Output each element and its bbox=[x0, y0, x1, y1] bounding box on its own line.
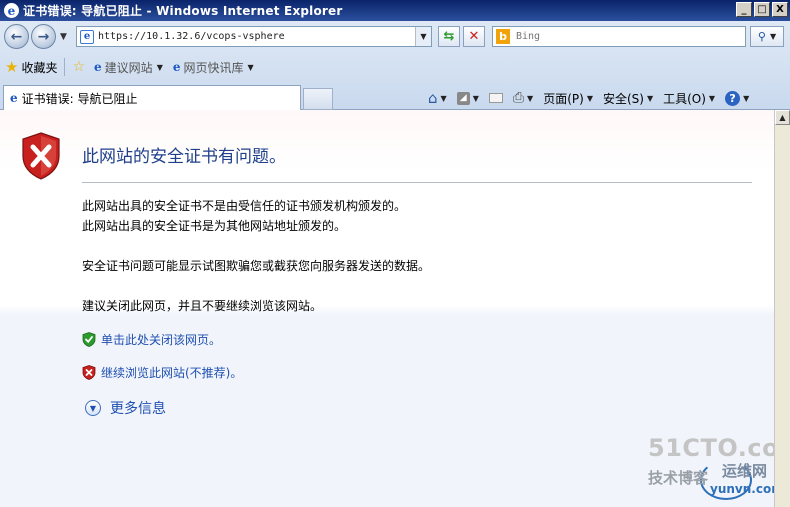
watermark-tech-blog: 技术博客 bbox=[648, 469, 709, 487]
search-icon: ⚲ bbox=[757, 30, 766, 43]
feeds-button[interactable]: ◢ ▼ bbox=[456, 91, 479, 105]
stop-icon: ✕ bbox=[468, 29, 480, 44]
home-icon: ⌂ bbox=[428, 89, 438, 107]
print-button[interactable]: ⎙ ▼ bbox=[513, 90, 533, 106]
recommendation-text: 建议关闭此网页，并且不要继续浏览该网站。 bbox=[82, 299, 323, 313]
search-box[interactable]: b bbox=[492, 26, 746, 47]
bing-icon: b bbox=[496, 29, 510, 44]
search-button[interactable]: ⚲ ▼ bbox=[750, 26, 784, 47]
suggested-sites-label: 建议网站 bbox=[104, 60, 153, 75]
more-information-toggle[interactable]: ▼ 更多信息 bbox=[85, 398, 166, 418]
maximize-button[interactable]: □ bbox=[754, 2, 770, 17]
favorites-star-icon: ★ bbox=[5, 58, 19, 76]
page-title: 此网站的安全证书有问题。 bbox=[82, 147, 286, 167]
page-menu-label: 页面(P) bbox=[543, 91, 584, 106]
address-bar[interactable]: e https://10.1.32.6/vcops-vsphere ▼ bbox=[76, 26, 432, 47]
back-button[interactable]: ← bbox=[4, 24, 29, 49]
add-favorites-button[interactable]: ☆ bbox=[72, 59, 88, 75]
continue-to-website-link[interactable]: 继续浏览此网站(不推荐)。 bbox=[101, 364, 242, 381]
favorites-bar: ★ 收藏夹 ☆ e 建议网站 ▼ e 网页快讯库 ▼ bbox=[0, 54, 790, 80]
close-page-row: 单击此处关闭该网页。 bbox=[82, 331, 221, 348]
address-dropdown-icon[interactable]: ▼ bbox=[415, 27, 431, 46]
address-input[interactable]: https://10.1.32.6/vcops-vsphere bbox=[98, 31, 415, 42]
chevron-down-icon: ▼ bbox=[586, 93, 593, 103]
web-slice-gallery-label: 网页快讯库 bbox=[183, 60, 244, 75]
continue-row: 继续浏览此网站(不推荐)。 bbox=[82, 364, 242, 381]
safety-menu[interactable]: 安全(S) ▼ bbox=[603, 90, 653, 107]
minimize-button[interactable]: _ bbox=[736, 2, 752, 17]
command-bar: ⌂ ▼ ◢ ▼ ⎙ ▼ 页面(P) ▼ 安全(S) ▼ 工具(O) ▼ ? ▼ bbox=[428, 87, 749, 109]
warning-text: 安全证书问题可能显示试图欺骗您或截获您向服务器发送的数据。 bbox=[82, 259, 431, 273]
chevron-down-icon: ▼ bbox=[708, 93, 716, 103]
close-button[interactable]: X bbox=[772, 2, 788, 17]
tab-page-icon: e bbox=[10, 91, 18, 105]
chevron-down-circle-icon: ▼ bbox=[85, 400, 101, 416]
home-button[interactable]: ⌂ ▼ bbox=[428, 89, 447, 107]
web-slice-gallery-button[interactable]: e 网页快讯库 ▼ bbox=[173, 59, 254, 76]
navigation-bar: ← → ▼ e https://10.1.32.6/vcops-vsphere … bbox=[0, 21, 790, 52]
search-options-icon: ▼ bbox=[769, 32, 777, 41]
rss-feed-icon: ◢ bbox=[456, 91, 470, 105]
tab-bar: e 证书错误: 导航已阻止 ⌂ ▼ ◢ ▼ ⎙ ▼ 页面(P) ▼ 安全(S) … bbox=[0, 84, 790, 110]
chevron-down-icon: ▼ bbox=[440, 93, 447, 103]
history-dropdown-icon[interactable]: ▼ bbox=[60, 32, 67, 42]
window-title-bar: e 证书错误: 导航已阻止 - Windows Internet Explore… bbox=[0, 0, 790, 21]
watermark-51cto: 51CTO.com bbox=[648, 434, 774, 462]
safety-menu-label: 安全(S) bbox=[602, 91, 644, 106]
tools-menu-label: 工具(O) bbox=[663, 91, 706, 106]
chevron-down-icon: ▼ bbox=[743, 93, 750, 103]
window-controls: _ □ X bbox=[736, 2, 788, 17]
vertical-scrollbar[interactable]: ▲ bbox=[774, 110, 790, 507]
forward-arrow-icon: → bbox=[37, 28, 50, 45]
new-tab-button[interactable] bbox=[303, 88, 333, 110]
security-shield-error-icon bbox=[22, 132, 60, 180]
watermark-yunwei: 运维网 bbox=[722, 462, 768, 480]
page-icon: e bbox=[80, 29, 94, 44]
chevron-down-icon: ▼ bbox=[527, 93, 534, 103]
refresh-button[interactable]: ⇆ bbox=[438, 26, 460, 47]
stop-button[interactable]: ✕ bbox=[463, 26, 485, 47]
read-mail-button[interactable] bbox=[488, 93, 503, 103]
page-menu[interactable]: 页面(P) ▼ bbox=[543, 90, 593, 107]
ie-logo-icon: e bbox=[4, 3, 19, 18]
heading-divider bbox=[82, 182, 752, 183]
favorites-label: 收藏夹 bbox=[21, 60, 58, 75]
tools-menu[interactable]: 工具(O) ▼ bbox=[663, 90, 715, 107]
add-favorites-icon: ☆ bbox=[72, 59, 86, 75]
mail-icon bbox=[488, 93, 503, 103]
red-shield-x-icon bbox=[82, 365, 96, 380]
suggested-sites-icon: e bbox=[94, 60, 102, 74]
untrusted-issuer-text: 此网站出具的安全证书不是由受信任的证书颁发机构颁发的。 bbox=[82, 199, 407, 213]
watermark-yunvn: yunvn.com bbox=[710, 482, 774, 496]
search-input[interactable] bbox=[516, 31, 745, 42]
tab-label: 证书错误: 导航已阻止 bbox=[21, 91, 138, 106]
tab-certificate-error[interactable]: e 证书错误: 导航已阻止 bbox=[3, 85, 301, 110]
help-icon: ? bbox=[725, 90, 741, 106]
browser-chrome: ← → ▼ e https://10.1.32.6/vcops-vsphere … bbox=[0, 21, 790, 110]
address-mismatch-text: 此网站出具的安全证书是为其他网站地址颁发的。 bbox=[82, 219, 347, 233]
window-title: 证书错误: 导航已阻止 - Windows Internet Explorer bbox=[23, 4, 343, 18]
favorites-button[interactable]: ★ 收藏夹 bbox=[5, 58, 57, 76]
refresh-icon: ⇆ bbox=[443, 29, 455, 44]
chevron-down-icon: ▼ bbox=[646, 93, 654, 103]
scroll-up-button[interactable]: ▲ bbox=[775, 110, 790, 125]
more-information-label: 更多信息 bbox=[110, 401, 166, 417]
web-slice-gallery-icon: e bbox=[172, 60, 181, 74]
certificate-error-page: 此网站的安全证书有问题。 此网站出具的安全证书不是由受信任的证书颁发机构颁发的。… bbox=[0, 110, 774, 507]
chevron-down-icon: ▼ bbox=[156, 62, 163, 72]
chevron-down-icon: ▼ bbox=[247, 62, 254, 72]
printer-icon: ⎙ bbox=[512, 90, 525, 106]
back-arrow-icon: ← bbox=[10, 28, 23, 45]
forward-button[interactable]: → bbox=[31, 24, 56, 49]
toolbar-separator bbox=[64, 58, 66, 76]
green-shield-check-icon bbox=[82, 332, 96, 347]
help-button[interactable]: ? ▼ bbox=[725, 90, 750, 106]
close-page-link[interactable]: 单击此处关闭该网页。 bbox=[101, 331, 221, 348]
suggested-sites-button[interactable]: e 建议网站 ▼ bbox=[94, 59, 163, 76]
chevron-down-icon: ▼ bbox=[472, 93, 479, 103]
